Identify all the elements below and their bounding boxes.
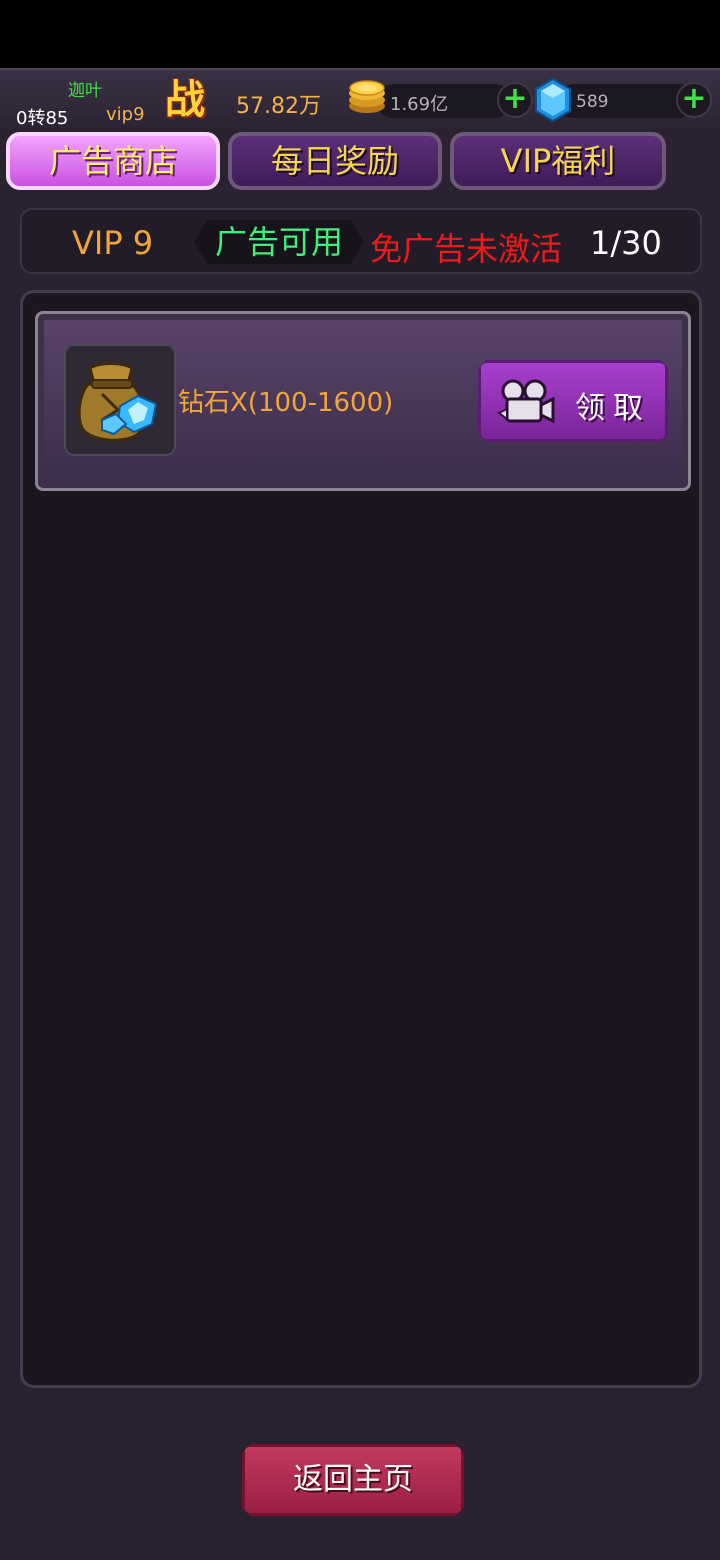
gem-value: 589	[576, 92, 609, 112]
list-item: 钻石X(100-1600) 领取	[35, 311, 691, 491]
rebirth-level: 0转85	[16, 108, 69, 129]
shop-item-panel: 钻石X(100-1600) 领取	[20, 290, 702, 1388]
claim-label: 领取	[575, 391, 651, 426]
ad-available-badge: 广告可用	[194, 220, 364, 264]
system-status-bar	[0, 0, 720, 68]
vip-badge: vip9	[106, 104, 145, 125]
gold-value: 1.69亿	[390, 94, 449, 115]
ad-status-row: VIP 9 广告可用 免广告未激活 1/30	[20, 208, 702, 274]
blue-diamond-icon	[535, 78, 571, 122]
gold-coins-icon	[349, 80, 385, 113]
video-camera-icon	[497, 379, 555, 424]
diamond-bag-icon	[77, 362, 158, 442]
item-name: 钻石X(100-1600)	[178, 388, 394, 418]
tab-vip-benefits[interactable]: VIP福利	[450, 132, 666, 190]
battle-power-icon: 战	[165, 76, 205, 123]
tab-ad-shop[interactable]: 广告商店	[6, 132, 220, 190]
ad-free-inactive-label: 免广告未激活	[370, 230, 563, 268]
add-gold-button[interactable]: +	[497, 82, 533, 118]
battle-power-value: 57.82万	[236, 94, 321, 119]
ad-count: 1/30	[590, 224, 662, 262]
vip-level-label: VIP 9	[72, 224, 154, 262]
item-icon-frame	[64, 344, 176, 456]
claim-button[interactable]: 领取	[478, 360, 668, 442]
add-gem-button[interactable]: +	[676, 82, 712, 118]
tab-daily-rewards[interactable]: 每日奖励	[228, 132, 442, 190]
player-name: 迦叶	[68, 81, 102, 101]
return-home-button[interactable]: 返回主页	[242, 1444, 464, 1516]
